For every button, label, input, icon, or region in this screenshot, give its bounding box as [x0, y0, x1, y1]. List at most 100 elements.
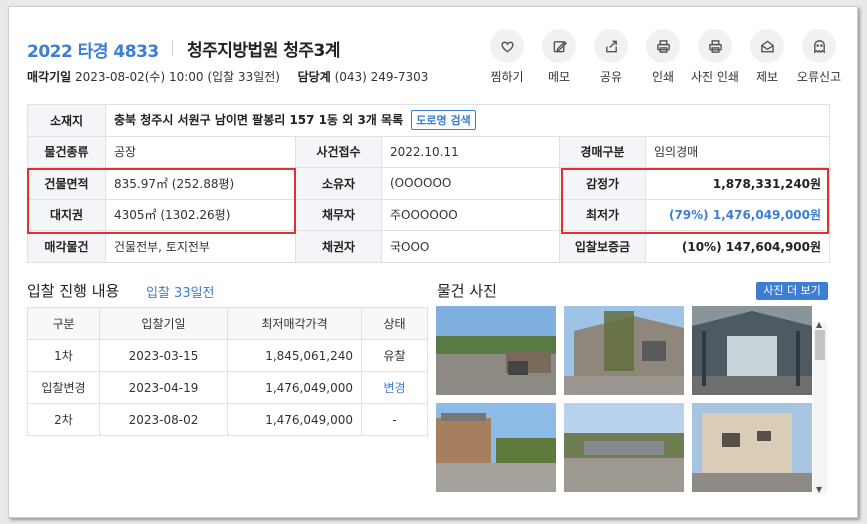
print-icon — [656, 39, 670, 53]
print-button[interactable]: 인쇄 — [635, 29, 691, 85]
location-cell: 충북 청주시 서원구 남이면 팔봉리 157 1동 외 3개 목록 도로명 검색 — [104, 104, 831, 137]
print-icon — [708, 39, 722, 53]
property-photo[interactable] — [564, 403, 684, 492]
info-row: 소재지 충북 청주시 서원구 남이면 팔봉리 157 1동 외 3개 목록 도로… — [27, 104, 831, 137]
photo-print-button[interactable]: 사진 인쇄 — [687, 29, 743, 85]
photo-scrollbar[interactable]: ▲ ▼ — [813, 320, 827, 494]
round-cell: 입찰변경 — [27, 371, 100, 404]
received-label: 사건접수 — [295, 135, 382, 168]
creditor-value: 국OOO — [381, 230, 560, 263]
status-link[interactable]: 변경 — [361, 371, 428, 404]
building-area-value: 835.97㎡ (252.88평) — [105, 167, 296, 200]
property-photo[interactable] — [692, 306, 812, 395]
favorite-label: 찜하기 — [490, 70, 524, 84]
photo-print-label: 사진 인쇄 — [691, 70, 739, 84]
memo-icon — [553, 40, 567, 52]
table-row: 2차 2023-08-02 1,476,049,000 - — [27, 403, 428, 436]
property-info-table: 소재지 충북 청주시 서원구 남이면 팔봉리 157 1동 외 3개 목록 도로… — [27, 104, 831, 263]
column-header: 구분 — [27, 307, 100, 340]
location-label: 소재지 — [27, 104, 106, 137]
share-icon — [605, 40, 617, 52]
appraisal-label: 감정가 — [559, 167, 646, 200]
date-cell: 2023-04-19 — [99, 371, 228, 404]
scroll-up-icon[interactable]: ▲ — [816, 320, 822, 329]
photos-title: 물건 사진 — [437, 282, 497, 300]
memo-label: 메모 — [547, 70, 571, 84]
column-header: 입찰기일 — [99, 307, 228, 340]
auction-type-label: 경매구분 — [559, 135, 646, 168]
deposit-label: 입찰보증금 — [559, 230, 646, 263]
share-button[interactable]: 공유 — [583, 29, 639, 85]
memo-button[interactable]: 메모 — [531, 29, 587, 85]
error-report-icon — [813, 39, 825, 54]
column-header: 최저매각가격 — [227, 307, 362, 340]
owner-label: 소유자 — [295, 167, 382, 200]
debtor-label: 채무자 — [295, 198, 382, 231]
type-value: 공장 — [105, 135, 296, 168]
print-label: 인쇄 — [651, 70, 675, 84]
scroll-thumb[interactable] — [815, 330, 825, 360]
date-cell: 2023-08-02 — [99, 403, 228, 436]
status-cell: 유찰 — [361, 339, 428, 372]
report-icon — [760, 39, 774, 52]
round-cell: 1차 — [27, 339, 100, 372]
road-name-search-button[interactable]: 도로명 검색 — [411, 110, 476, 131]
appraisal-value: 1,878,331,240원 — [644, 167, 831, 200]
sale-info-line: 매각기일 2023-08-02(수) 10:00 (입찰 33일전) 담당계 (… — [27, 68, 428, 85]
property-photo[interactable] — [564, 306, 684, 395]
type-label: 물건종류 — [27, 135, 106, 168]
court-title: 청주지방법원 청주3계 — [187, 41, 341, 61]
case-number: 2022 타경 4833 — [27, 42, 159, 62]
more-photos-button[interactable]: 사진 더 보기 — [756, 282, 828, 300]
table-row: 입찰변경 2023-04-19 1,476,049,000 변경 — [27, 371, 428, 404]
min-price-label: 최저가 — [559, 198, 646, 231]
status-cell: - — [361, 403, 428, 436]
round-cell: 2차 — [27, 403, 100, 436]
info-row: 대지권 4305㎡ (1302.26평) 채무자 주OOOOOO 최저가 (79… — [27, 198, 831, 231]
heart-icon — [500, 41, 514, 53]
action-bar: 찜하기 메모 공유 인쇄 사진 인쇄 제보 오류신고 — [479, 29, 857, 89]
property-photo[interactable] — [692, 403, 812, 492]
sale-item-value: 건물전부, 토지전부 — [105, 230, 296, 263]
location-value: 충북 청주시 서원구 남이면 팔봉리 157 1동 외 3개 목록 — [114, 113, 404, 128]
report-label: 제보 — [755, 70, 779, 84]
sale-date-label: 매각기일 — [27, 70, 72, 84]
auction-detail-panel: 2022 타경 4833 청주지방법원 청주3계 매각기일 2023-08-02… — [8, 6, 858, 518]
min-price-value: (79%) 1,476,049,000원 — [668, 208, 822, 223]
dept-label: 담당계 — [297, 70, 331, 84]
received-value: 2022.10.11 — [381, 135, 560, 168]
land-label: 대지권 — [27, 198, 106, 231]
info-row: 매각물건 건물전부, 토지전부 채권자 국OOO 입찰보증금 (10%) 147… — [27, 230, 831, 263]
share-label: 공유 — [599, 70, 623, 84]
land-value: 4305㎡ (1302.26평) — [105, 198, 296, 231]
debtor-value: 주OOOOOO — [381, 198, 560, 231]
photo-grid — [436, 306, 828, 492]
table-row: 1차 2023-03-15 1,845,061,240 유찰 — [27, 339, 428, 372]
sale-item-label: 매각물건 — [27, 230, 106, 263]
sale-date-value: 2023-08-02(수) 10:00 (입찰 33일전) — [75, 70, 280, 84]
error-report-label: 오류신고 — [796, 70, 842, 84]
deposit-value: (10%) 147,604,900원 — [644, 230, 831, 263]
date-cell: 2023-03-15 — [99, 339, 228, 372]
bid-history-table: 구분 입찰기일 최저매각가격 상태 1차 2023-03-15 1,845,06… — [27, 307, 428, 436]
bid-days-left: 입찰 33일전 — [146, 286, 215, 301]
favorite-button[interactable]: 찜하기 — [479, 29, 535, 85]
dept-phone: (043) 249-7303 — [334, 70, 429, 84]
bid-history-title: 입찰 진행 내용 — [27, 282, 120, 300]
title-divider — [172, 40, 173, 56]
info-row: 물건종류 공장 사건접수 2022.10.11 경매구분 임의경매 — [27, 135, 831, 168]
scroll-down-icon[interactable]: ▼ — [816, 485, 822, 494]
creditor-label: 채권자 — [295, 230, 382, 263]
info-row: 건물면적 835.97㎡ (252.88평) 소유자 (OOOOOO 감정가 1… — [27, 167, 831, 200]
owner-value: (OOOOOO — [381, 167, 560, 200]
building-area-label: 건물면적 — [27, 167, 106, 200]
report-button[interactable]: 제보 — [739, 29, 795, 85]
column-header: 상태 — [361, 307, 428, 340]
price-cell: 1,476,049,000 — [227, 371, 362, 404]
property-photo[interactable] — [436, 306, 556, 395]
price-cell: 1,845,061,240 — [227, 339, 362, 372]
property-photo[interactable] — [436, 403, 556, 492]
price-cell: 1,476,049,000 — [227, 403, 362, 436]
error-report-button[interactable]: 오류신고 — [791, 29, 847, 85]
auction-type-value: 임의경매 — [644, 135, 831, 168]
